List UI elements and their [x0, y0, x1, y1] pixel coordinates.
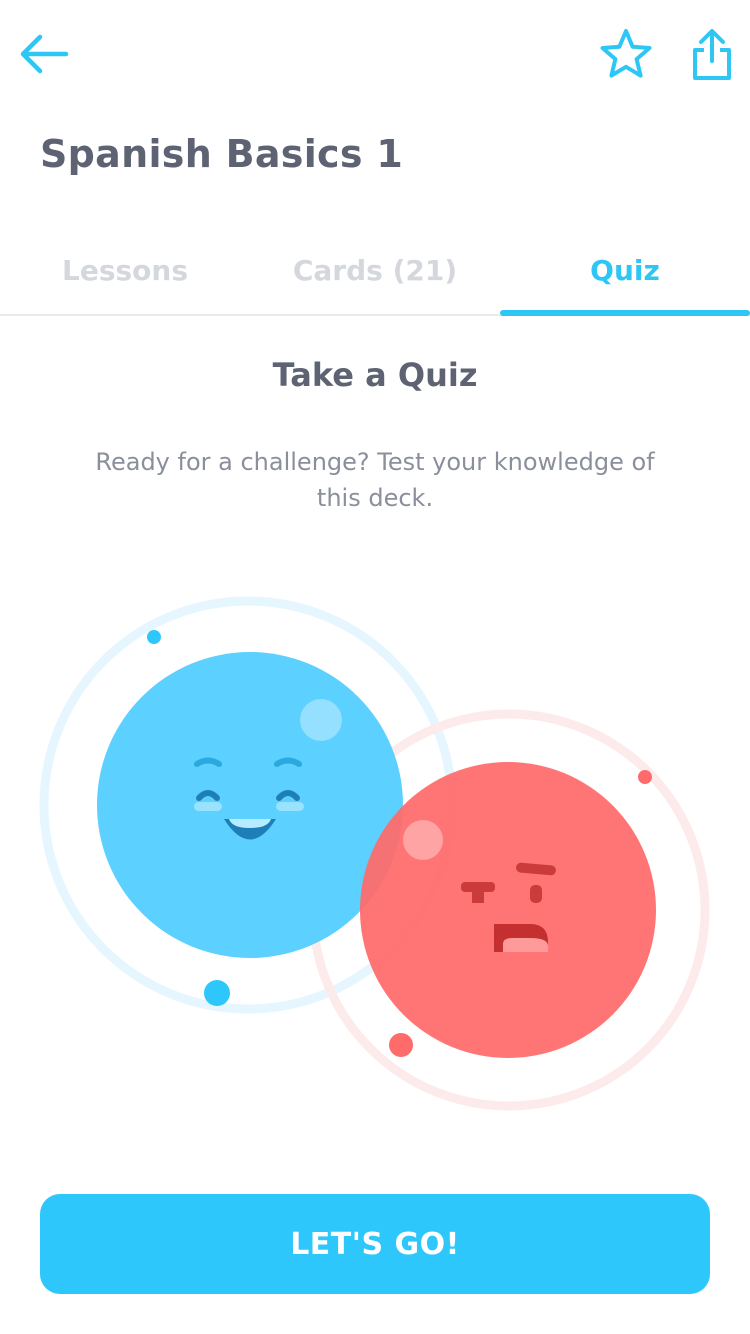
blue-satellite-large [204, 980, 230, 1006]
quiz-illustration [0, 580, 750, 1140]
tab-bar: Lessons Cards (21) Quiz [0, 240, 750, 316]
grumpy-red-character-icon [360, 762, 656, 1058]
tab-cards[interactable]: Cards (21) [250, 240, 500, 314]
red-satellite-small [638, 770, 652, 784]
top-navigation-bar [0, 0, 750, 120]
tab-lessons[interactable]: Lessons [0, 240, 250, 314]
tab-quiz[interactable]: Quiz [500, 240, 750, 314]
blue-satellite-small [147, 630, 161, 644]
favorite-button[interactable] [598, 27, 654, 83]
characters-illustration [39, 596, 710, 1111]
share-button[interactable] [690, 27, 734, 83]
arrow-left-icon [20, 34, 69, 74]
red-satellite-large [389, 1033, 413, 1057]
star-outline-icon [600, 29, 652, 78]
quiz-description: Ready for a challenge? Test your knowled… [95, 448, 655, 512]
lets-go-button[interactable]: LET'S GO! [40, 1194, 710, 1294]
share-icon [693, 29, 731, 80]
deck-title: Spanish Basics 1 [40, 132, 404, 176]
active-tab-indicator [500, 310, 750, 316]
quiz-heading: Take a Quiz [272, 356, 478, 394]
happy-blue-character-icon [97, 652, 403, 958]
back-button[interactable] [18, 32, 70, 76]
